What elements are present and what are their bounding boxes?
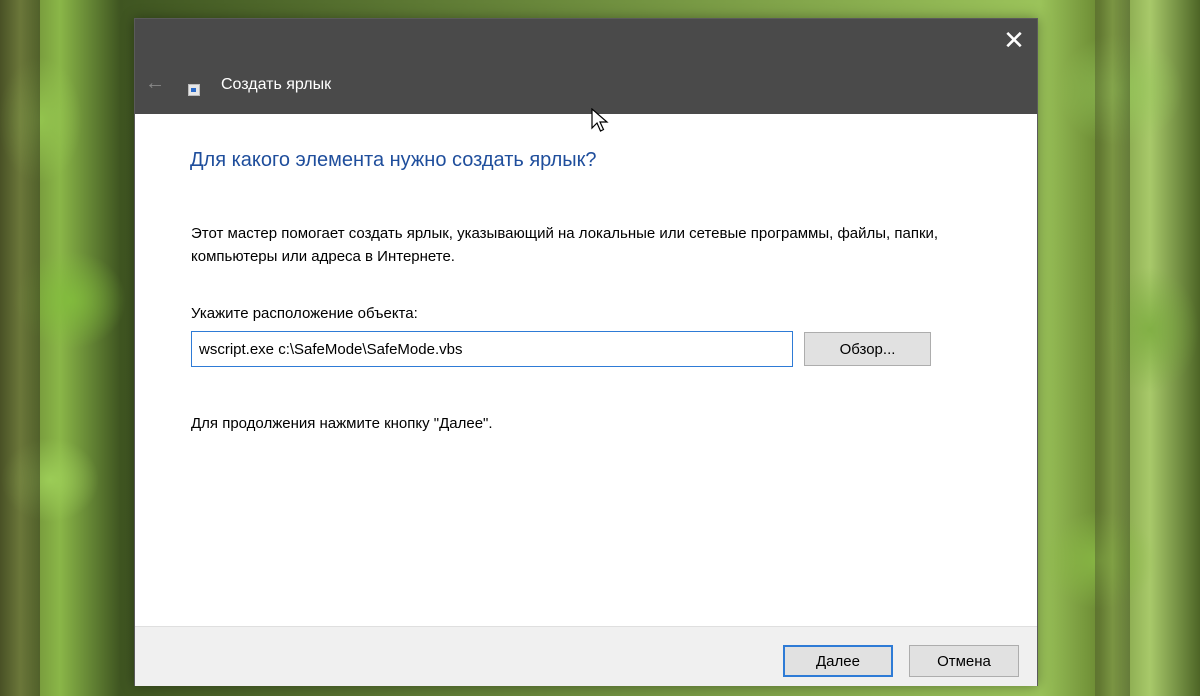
create-shortcut-dialog: ✕ ← Создать ярлык Для какого элемента ну… bbox=[134, 18, 1038, 686]
shortcut-icon bbox=[188, 84, 200, 96]
next-button[interactable]: Далее bbox=[783, 645, 893, 677]
browse-button[interactable]: Обзор... bbox=[804, 332, 931, 366]
mouse-cursor-icon bbox=[591, 108, 609, 132]
wallpaper-tree-left bbox=[0, 0, 40, 696]
back-arrow-icon[interactable]: ← bbox=[145, 71, 169, 95]
title-bar: ✕ ← Создать ярлык bbox=[135, 19, 1037, 114]
close-icon[interactable]: ✕ bbox=[999, 25, 1029, 55]
continue-hint: Для продолжения нажмите кнопку "Далее". bbox=[191, 415, 493, 432]
location-input[interactable] bbox=[191, 331, 793, 367]
cancel-button[interactable]: Отмена bbox=[909, 645, 1019, 677]
page-heading: Для какого элемента нужно создать ярлык? bbox=[190, 149, 597, 171]
location-label: Укажите расположение объекта: bbox=[191, 305, 418, 322]
wizard-description: Этот мастер помогает создать ярлык, указ… bbox=[191, 225, 939, 265]
dialog-footer: Далее Отмена bbox=[135, 626, 1037, 686]
window-title: Создать ярлык bbox=[221, 76, 332, 93]
wallpaper-tree-right bbox=[1095, 0, 1130, 696]
